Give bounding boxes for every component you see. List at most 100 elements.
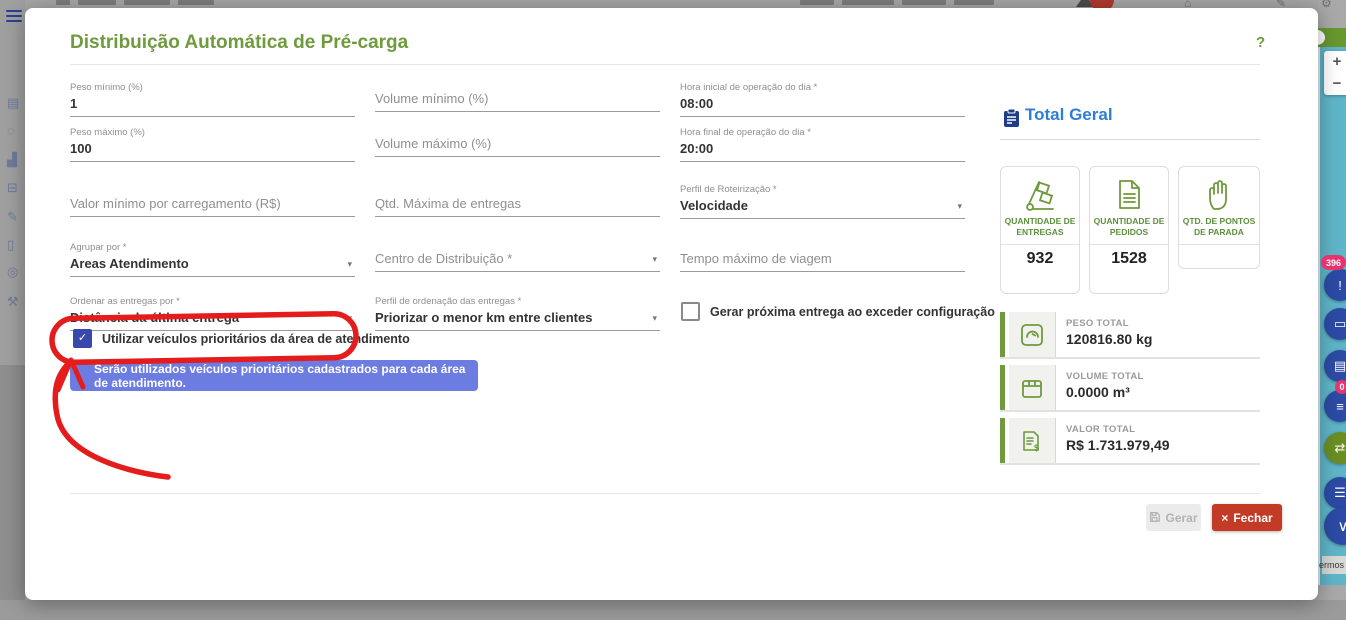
volume-total-row: VOLUME TOTAL 0.0000 m³ (1000, 365, 1260, 412)
field-value: Areas Atendimento (70, 256, 355, 271)
collapse-fab-icon[interactable]: ∨ (1324, 507, 1346, 545)
field-value: Priorizar o menor km entre clientes (375, 310, 660, 325)
tempo-maximo-field[interactable]: Tempo máximo de viagem (680, 242, 965, 272)
checkbox-label: Gerar próxima entrega ao exceder configu… (710, 305, 995, 319)
valor-minimo-field[interactable]: Valor mínimo por carregamento (R$) (70, 187, 355, 217)
checkbox-checked-icon[interactable]: ✓ (73, 329, 92, 348)
pontos-parada-card: QTD. DE PONTOS DE PARADA (1178, 166, 1260, 269)
alerts-badge: 396 (1321, 255, 1346, 270)
peso-total-row: PESO TOTAL 120816.80 kg (1000, 312, 1260, 359)
field-label: Perfil de ordenação das entregas * (375, 296, 660, 307)
map-toolbar (1318, 28, 1346, 47)
card-value: 1528 (1090, 244, 1168, 275)
card-value: 932 (1001, 244, 1079, 275)
chart-icon[interactable]: ▟ (7, 152, 17, 168)
perfil-roteirizacao-select[interactable]: Perfil de Roteirização * Velocidade ▾ (680, 184, 965, 219)
gear-icon[interactable]: ⚙ (1321, 0, 1332, 10)
filter-fab-icon[interactable]: ☰ (1324, 477, 1346, 509)
cargo-icon[interactable]: ⊟ (7, 180, 18, 196)
chevron-down-icon: ▾ (957, 201, 962, 212)
chevron-down-icon: ▾ (652, 254, 657, 265)
gerar-proxima-checkbox[interactable]: Gerar próxima entrega ao exceder configu… (681, 302, 995, 321)
precarga-modal: Distribuição Automática de Pré-carga ? P… (25, 8, 1318, 600)
fechar-button[interactable]: × Fechar (1212, 504, 1282, 531)
field-value: Distância da última entrega (70, 310, 355, 325)
stat-value: R$ 1.731.979,49 (1066, 437, 1260, 453)
card-label: QUANTIDADE DE ENTREGAS (1001, 214, 1079, 244)
background-sidebar-lower (0, 365, 25, 600)
hand-icon (1179, 178, 1259, 214)
field-value: 1 (70, 96, 355, 111)
background-bottom (0, 600, 1346, 620)
background-map-panel: ⚙ + − 396 ! ▭ ▤ 0 ≡ ⇄ ☰ ∨ ermos (1318, 0, 1346, 620)
scale-icon (1009, 312, 1055, 357)
map-icon[interactable]: ▤ (7, 95, 19, 111)
volume-minimo-field[interactable]: Volume mínimo (%) (375, 82, 660, 112)
gerar-button[interactable]: Gerar (1146, 504, 1201, 531)
document-icon (1090, 178, 1168, 214)
valor-total-row: $ VALOR TOTAL R$ 1.731.979,49 (1000, 418, 1260, 465)
search-icon[interactable]: ◌ (7, 123, 15, 138)
zoom-out-button[interactable]: − (1324, 73, 1346, 95)
help-icon[interactable]: ? (1256, 34, 1265, 51)
pedidos-card: QUANTIDADE DE PEDIDOS 1528 (1089, 166, 1169, 294)
stat-label: VOLUME TOTAL (1066, 371, 1260, 382)
zoom-in-button[interactable]: + (1324, 51, 1346, 73)
list-fab-icon[interactable]: ≡ (1324, 390, 1346, 422)
field-placeholder: Centro de Distribuição * (375, 251, 660, 266)
map-area: + − 396 ! ▭ ▤ 0 ≡ ⇄ ☰ ∨ ermos (1318, 47, 1346, 585)
pin-icon[interactable]: ◎ (7, 264, 18, 280)
document-icon[interactable]: ▯ (7, 237, 14, 253)
field-value: Velocidade (680, 198, 965, 213)
hora-final-field[interactable]: Hora final de operação do dia * 20:00 (680, 127, 965, 162)
field-label: Peso máximo (%) (70, 127, 355, 138)
close-icon: × (1221, 511, 1228, 525)
qtd-maxima-field[interactable]: Qtd. Máxima de entregas (375, 187, 660, 217)
hora-inicial-field[interactable]: Hora inicial de operação do dia * 08:00 (680, 82, 965, 117)
card-label: QTD. DE PONTOS DE PARADA (1179, 214, 1259, 244)
field-label: Hora final de operação do dia * (680, 127, 965, 138)
hamburger-menu-icon[interactable] (6, 10, 22, 23)
peso-maximo-field[interactable]: Peso máximo (%) 100 (70, 127, 355, 162)
info-banner: Serão utilizados veículos prioritários c… (70, 360, 478, 391)
map-zoom-control: + − (1324, 51, 1346, 95)
chevron-down-icon: ▾ (347, 259, 352, 270)
utilizar-veiculos-checkbox[interactable]: ✓ Utilizar veículos prioritários da área… (73, 329, 410, 348)
modal-title: Distribuição Automática de Pré-carga (70, 32, 408, 54)
edit-icon[interactable]: ✎ (7, 209, 18, 225)
total-geral-title: Total Geral (1025, 105, 1113, 125)
field-label: Peso mínimo (%) (70, 82, 355, 93)
hand-truck-icon (1001, 178, 1079, 214)
alerts-fab-icon[interactable]: ! (1324, 269, 1346, 301)
svg-text:$: $ (1034, 443, 1039, 453)
field-placeholder: Volume mínimo (%) (375, 91, 660, 106)
stat-value: 120816.80 kg (1066, 331, 1260, 347)
perfil-ordenacao-select[interactable]: Perfil de ordenação das entregas * Prior… (375, 296, 660, 331)
field-label: Agrupar por * (70, 242, 355, 253)
agrupar-por-select[interactable]: Agrupar por * Areas Atendimento ▾ (70, 242, 355, 277)
volume-maximo-field[interactable]: Volume máximo (%) (375, 127, 660, 157)
checkbox-icon[interactable] (681, 302, 700, 321)
field-placeholder: Volume máximo (%) (375, 136, 660, 151)
termos-link[interactable]: ermos (1322, 556, 1346, 574)
field-value: 20:00 (680, 141, 965, 156)
field-value: 08:00 (680, 96, 965, 111)
card-label: QUANTIDADE DE PEDIDOS (1090, 214, 1168, 244)
tools-icon[interactable]: ⚒ (7, 294, 19, 310)
field-label: Perfil de Roteirização * (680, 184, 965, 195)
checkbox-label: Utilizar veículos prioritários da área d… (102, 332, 410, 346)
field-placeholder: Tempo máximo de viagem (680, 251, 965, 266)
transfer-fab-icon[interactable]: ⇄ (1324, 432, 1346, 464)
card-fab-icon[interactable]: ▤ (1324, 350, 1346, 382)
save-icon (1149, 511, 1160, 525)
card-value (1179, 244, 1259, 257)
zero-badge: 0 (1335, 380, 1346, 394)
divider (70, 64, 1260, 65)
centro-distribuicao-select[interactable]: Centro de Distribuição * ▾ (375, 242, 660, 272)
field-value: 100 (70, 141, 355, 156)
ordenar-entregas-select[interactable]: Ordenar as entregas por * Distância da ú… (70, 296, 355, 331)
truck-fab-icon[interactable]: ▭ (1324, 308, 1346, 340)
stat-value: 0.0000 m³ (1066, 384, 1260, 400)
peso-minimo-field[interactable]: Peso mínimo (%) 1 (70, 82, 355, 117)
entregas-card: QUANTIDADE DE ENTREGAS 932 (1000, 166, 1080, 294)
